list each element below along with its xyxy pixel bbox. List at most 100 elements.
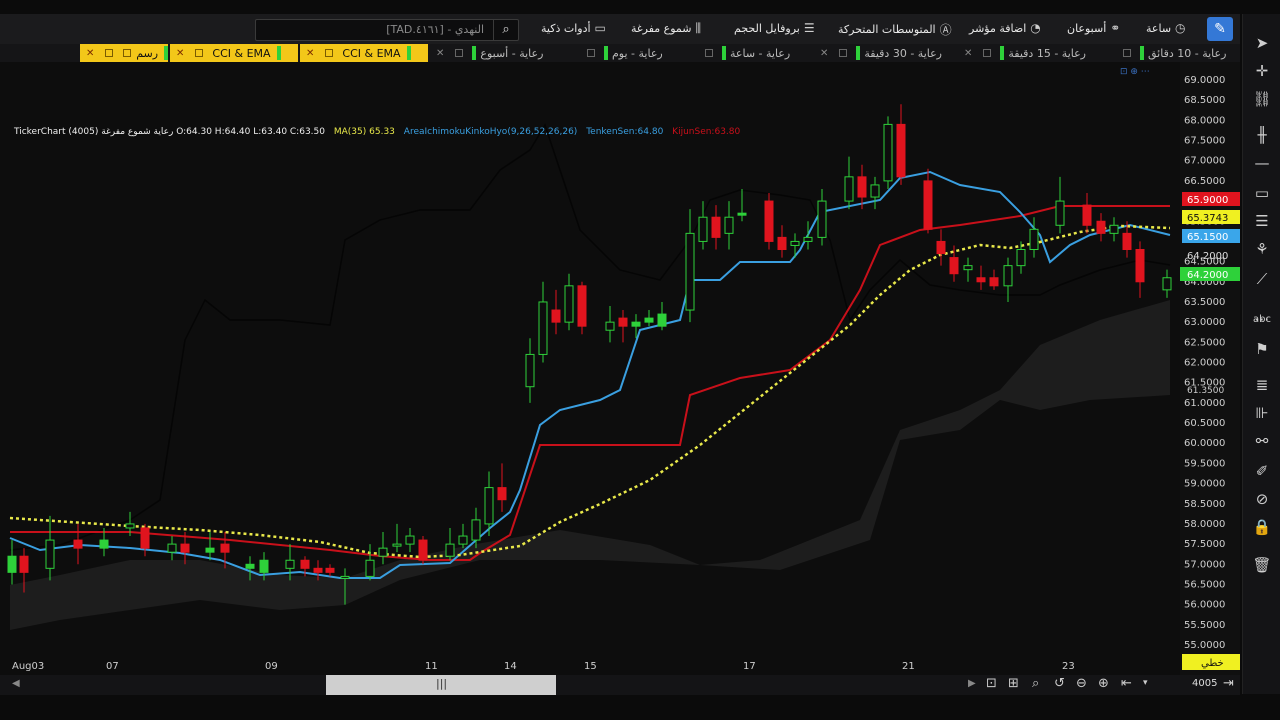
candle-body (1029, 228, 1039, 250)
hour-button[interactable]: ساعة ◷ (1146, 21, 1186, 35)
indicator-icon: ◔ (1030, 21, 1041, 35)
dropdown-icon[interactable]: ▾ (1143, 678, 1148, 688)
maximize-icon[interactable] (105, 49, 114, 57)
volume-profile-button[interactable]: بروفايل الحجم ☰ (734, 21, 815, 35)
reset-zoom-icon[interactable]: ↺ (1054, 676, 1065, 691)
tab-color-marker (276, 46, 281, 60)
lock-icon[interactable]: 🔒 (1243, 518, 1280, 536)
zoom-range-icon[interactable]: ⊞ (1008, 676, 1019, 691)
price-axis-label: 55.0000 (1184, 640, 1225, 651)
hollow-candles-button[interactable]: شموع مفرغة ⫼ (631, 21, 701, 36)
price-axis-label: 60.5000 (1184, 418, 1225, 429)
symbol-search[interactable]: [TAD.٤١٦١] - النهدي ⌕ (255, 19, 519, 41)
candle-body (724, 216, 734, 234)
tab-label: CCI & EMA (342, 46, 401, 60)
add-indicator-button[interactable]: اضافة مؤشر ◔ (969, 21, 1041, 35)
back-icon[interactable]: ⇤ (1121, 676, 1132, 691)
price-tag-red-text: 65.9000 (1187, 195, 1228, 206)
tab-10-minutes[interactable]: رعاية - 10 دقائق (1118, 44, 1240, 62)
candle-body (737, 212, 747, 216)
tab-15-minutes[interactable]: ✕ رعاية - 15 دقيقة (958, 44, 1116, 62)
tab-week[interactable]: ✕ رعاية - أسبوع (430, 44, 580, 62)
link-tool-icon[interactable]: ⛓ (1243, 90, 1280, 108)
close-icon[interactable]: ✕ (436, 48, 444, 59)
tab-30-minutes[interactable]: ✕ رعاية - 30 دقيقة (814, 44, 956, 62)
scroll-right-icon[interactable]: ▶ (968, 678, 976, 689)
candle-body (631, 321, 641, 327)
smart-tools-button[interactable]: أدوات ذكية ▭ (541, 21, 606, 35)
tab-color-marker (472, 46, 477, 60)
horizontal-scrollbar[interactable]: ||| (326, 675, 556, 695)
price-axis-label: 68.5000 (1184, 95, 1225, 106)
rectangle-icon[interactable]: ▭ (1243, 184, 1280, 202)
candle-body (19, 555, 29, 573)
indicator-list-icon[interactable]: ≣ (1243, 376, 1280, 394)
cursor-icon[interactable]: ➤ (1243, 34, 1280, 52)
search-icon[interactable]: ⌕ (493, 20, 518, 40)
hour-label: ساعة (1146, 21, 1172, 35)
price-chart[interactable]: 69.0000 68.5000 68.0000 67.5000 67.0000 66.50… (0, 62, 1240, 680)
moving-average-line (9, 224, 1171, 559)
close-icon[interactable]: ✕ (306, 48, 314, 59)
maximize-icon[interactable] (983, 49, 992, 57)
two-weeks-button[interactable]: أسبوعان ⚭ (1067, 21, 1120, 35)
trend-line-icon[interactable]: — (1243, 154, 1280, 172)
chart-controls-icon[interactable]: ⊡ ⊕ ⋯ (1120, 67, 1150, 77)
close-icon[interactable]: ✕ (820, 48, 828, 59)
candle-body (577, 285, 587, 327)
horizontal-line-icon[interactable]: ╫ (1243, 126, 1280, 144)
scroll-left-icon[interactable]: ◀ (12, 678, 20, 689)
maximize-icon[interactable] (455, 49, 464, 57)
chart-legend: TickerChart رعاية شموع مفرغة (4005) O:64… (14, 127, 740, 137)
moving-averages-button[interactable]: المتوسطات المتحركة Ⓐ (838, 21, 952, 38)
maximize-icon[interactable] (587, 49, 595, 57)
magnet-icon[interactable]: ⚯ (1243, 432, 1280, 450)
zoom-out-icon[interactable]: ⊖ (1076, 676, 1087, 691)
flag-icon[interactable]: ⚑ (1243, 340, 1280, 358)
legend-tenken: TenkenSen:64.80 (586, 127, 664, 137)
line-type-button[interactable]: خطي (1182, 654, 1240, 670)
candle-body (259, 559, 269, 573)
tab-cci-ema-2[interactable]: ✕ CCI & EMA (300, 44, 428, 62)
maximize-icon[interactable] (705, 49, 713, 57)
text-tool-icon[interactable]: abc (1243, 314, 1280, 325)
chikou-span-line (9, 123, 1171, 551)
candle-body (325, 567, 335, 573)
price-axis-label: 56.0000 (1184, 600, 1225, 611)
price-tag-green-text: 64.2000 (1187, 270, 1228, 281)
gann-icon[interactable]: ⟋ (1243, 270, 1280, 288)
search-input[interactable]: [TAD.٤١٦١] - النهدي (386, 23, 484, 36)
measure-icon[interactable]: ⊪ (1243, 404, 1280, 422)
restore-icon[interactable] (123, 49, 132, 57)
hide-icon[interactable]: ⊘ (1243, 490, 1280, 508)
zoom-select-icon[interactable]: ⌕ (1032, 676, 1039, 691)
maximize-icon[interactable] (1123, 49, 1131, 57)
candle-body (445, 543, 455, 557)
bar-count: 4005 (1192, 678, 1218, 689)
maximize-icon[interactable] (839, 49, 848, 57)
time-axis-label: 23 (1062, 661, 1075, 672)
close-icon[interactable]: ✕ (86, 48, 94, 59)
tab-drawing[interactable]: ✕ رسم (80, 44, 168, 62)
price-axis-label: 68.0000 (1184, 115, 1225, 126)
fibonacci-icon[interactable]: ☰ (1243, 212, 1280, 230)
drawing-toolbar: ➤ ✛ ⛓ ╫ — ▭ ☰ ⚘ ⟋ ⋯ abc ⚑ ≣ ⊪ ⚯ ✐ ⊘ 🔒 🗑 (1242, 14, 1280, 694)
brush-icon[interactable]: ✐ (1243, 462, 1280, 480)
tab-day[interactable]: رعاية - يوم (582, 44, 698, 62)
close-icon[interactable]: ✕ (964, 48, 972, 59)
close-icon[interactable]: ✕ (176, 48, 184, 59)
zoom-in-icon[interactable]: ⊕ (1098, 676, 1109, 691)
crosshair-icon[interactable]: ✛ (1243, 62, 1280, 80)
candlestick-chart[interactable]: 69.0000 68.5000 68.0000 67.5000 67.0000 66.50… (0, 62, 1240, 680)
expand-icon[interactable]: ⇥ (1223, 676, 1234, 691)
tab-cci-ema-1[interactable]: ✕ CCI & EMA (170, 44, 298, 62)
pitchfork-icon[interactable]: ⚘ (1243, 240, 1280, 258)
maximize-icon[interactable] (325, 49, 334, 57)
zoom-fit-icon[interactable]: ⊡ (986, 676, 997, 691)
trash-icon[interactable]: 🗑 (1243, 556, 1280, 574)
pencil-icon[interactable]: ✎ (1207, 17, 1233, 41)
maximize-icon[interactable] (195, 49, 204, 57)
tab-hour[interactable]: رعاية - ساعة (700, 44, 812, 62)
tab-label: CCI & EMA (212, 46, 271, 60)
price-axis-label: 55.5000 (1184, 620, 1225, 631)
